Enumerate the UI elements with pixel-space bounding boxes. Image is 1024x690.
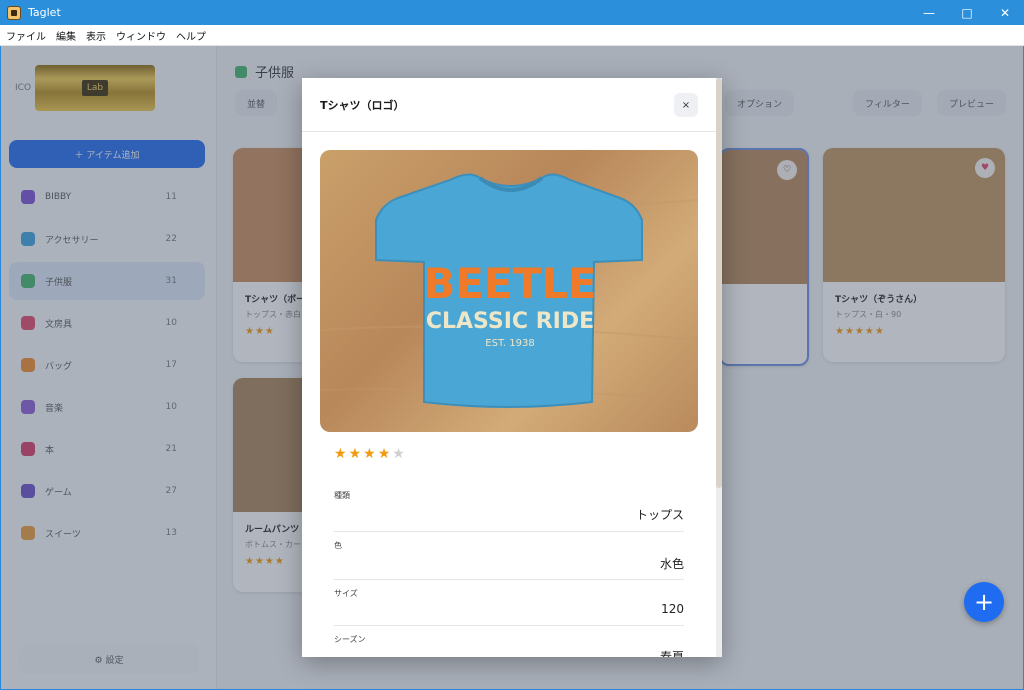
menu-file[interactable]: ファイル xyxy=(0,28,51,43)
rating-stars[interactable]: ★★★★★ xyxy=(334,446,407,462)
modal-scrollbar[interactable] xyxy=(716,78,722,657)
star-icon[interactable]: ★ xyxy=(378,446,393,462)
add-fab-button[interactable]: + xyxy=(964,582,1004,622)
menu-bar: ファイル 編集 表示 ウィンドウ ヘルプ xyxy=(0,25,1024,46)
modal-header: Tシャツ（ロゴ） × xyxy=(302,78,716,132)
app-icon xyxy=(7,5,21,20)
field-label: サイズ xyxy=(334,589,358,598)
close-window-icon[interactable]: ✕ xyxy=(986,0,1024,25)
field-value: 120 xyxy=(661,602,684,616)
window-titlebar: Taglet — □ ✕ xyxy=(0,0,1024,25)
field-value: トップス xyxy=(635,508,684,522)
field-value: 春夏 xyxy=(659,650,684,657)
print-text-2: CLASSIC RIDE xyxy=(426,309,594,334)
field-value: 水色 xyxy=(659,557,684,571)
maximize-icon[interactable]: □ xyxy=(948,0,986,25)
field-color: 色 水色 xyxy=(334,540,684,580)
item-photo: BEETLE CLASSIC RIDE EST. 1938 xyxy=(320,150,698,432)
tshirt-photo-illustration: BEETLE CLASSIC RIDE EST. 1938 xyxy=(320,173,698,408)
field-label: 色 xyxy=(334,541,342,550)
modal-title: Tシャツ（ロゴ） xyxy=(320,99,405,112)
field-label: 種類 xyxy=(334,491,350,500)
star-icon[interactable]: ★ xyxy=(349,446,364,462)
scrollbar-thumb[interactable] xyxy=(716,78,722,488)
menu-view[interactable]: 表示 xyxy=(81,28,111,43)
print-text-1: BEETLE xyxy=(423,259,597,308)
close-icon[interactable]: × xyxy=(674,93,698,117)
star-icon[interactable]: ★ xyxy=(363,446,378,462)
menu-help[interactable]: ヘルプ xyxy=(171,28,211,43)
star-icon[interactable]: ★ xyxy=(392,446,407,462)
star-icon[interactable]: ★ xyxy=(334,446,349,462)
minimize-icon[interactable]: — xyxy=(910,0,948,25)
menu-window[interactable]: ウィンドウ xyxy=(111,28,171,43)
field-label: シーズン xyxy=(334,635,366,644)
print-text-3: EST. 1938 xyxy=(485,338,534,349)
window-controls: — □ ✕ xyxy=(910,0,1024,25)
field-size: サイズ 120 xyxy=(334,588,684,626)
field-season: シーズン 春夏 xyxy=(334,634,684,657)
window-title: Taglet xyxy=(28,6,61,19)
field-type: 種類 トップス xyxy=(334,490,684,532)
item-detail-modal: Tシャツ（ロゴ） × BEETLE CLASSIC RIDE EST. 1938… xyxy=(302,78,722,657)
menu-edit[interactable]: 編集 xyxy=(51,28,81,43)
